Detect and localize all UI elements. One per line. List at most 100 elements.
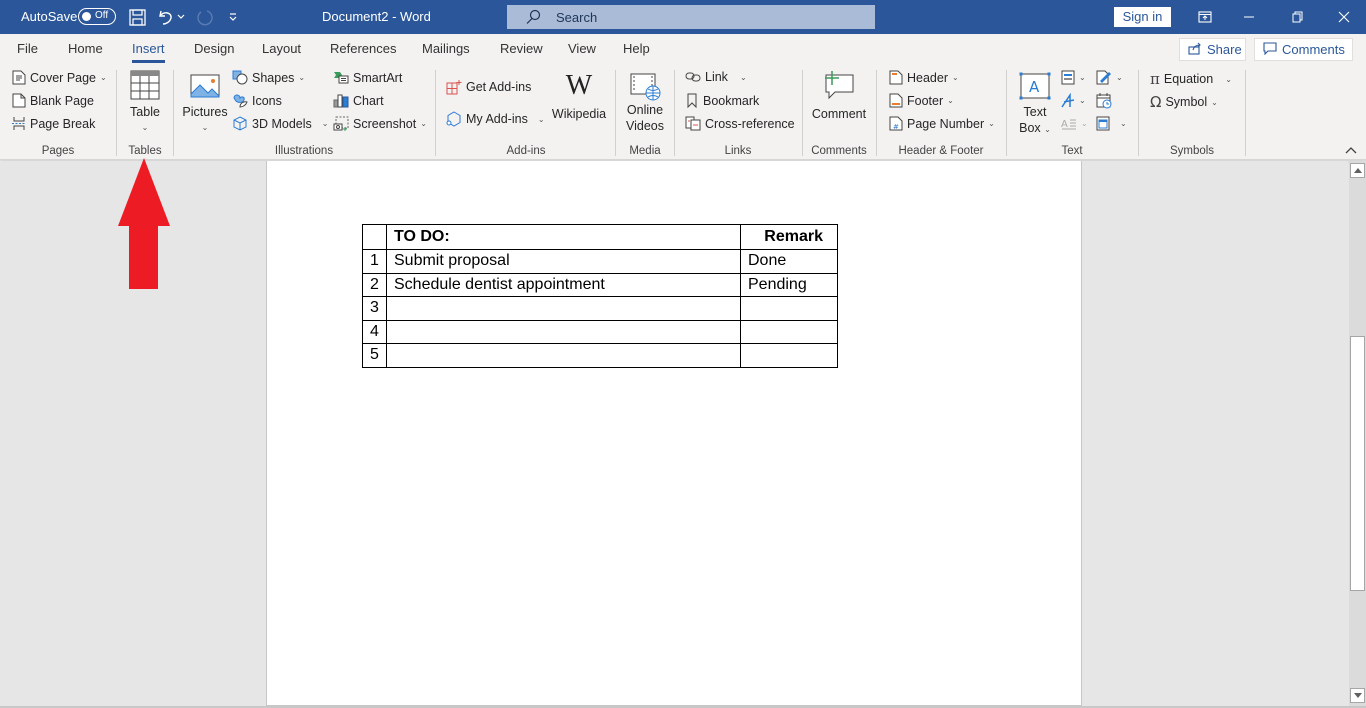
minimize-icon[interactable] [1237,6,1261,28]
chevron-down-icon[interactable]: ⌄ [1225,75,1232,84]
tab-references[interactable]: References [330,41,396,56]
object-button[interactable]: ⌄ [1096,116,1127,131]
text-box-button[interactable]: A Text Box ⌄ [1014,72,1056,138]
sign-in-button[interactable]: Sign in [1114,7,1171,27]
quick-parts-button[interactable]: ⌄ [1061,70,1086,85]
header-button[interactable]: Header ⌄ [889,70,959,85]
table-header-todo[interactable]: TO DO: [386,224,741,250]
table-header-remark[interactable]: Remark [740,224,838,250]
table-cell-task[interactable] [386,343,741,368]
symbol-button[interactable]: Ω Symbol ⌄ [1150,93,1218,111]
tab-help[interactable]: Help [623,41,650,56]
table-cell-number[interactable]: 5 [362,343,387,368]
table-cell-task[interactable] [386,296,741,321]
tab-insert[interactable]: Insert [132,41,165,63]
title-bar: AutoSave Off Document2 - Word Search Sig… [0,0,1366,34]
comments-button[interactable]: Comments [1254,38,1353,61]
icons-button[interactable]: Icons [232,93,282,108]
chevron-down-icon: ⌄ [420,119,427,128]
table-cell-task[interactable]: Schedule dentist appointment [386,272,741,297]
shapes-icon [232,70,248,85]
signature-line-icon [1096,70,1111,85]
link-button[interactable]: Link ⌄ [685,70,747,84]
chevron-down-icon[interactable]: ⌄ [538,115,545,124]
table-cell-remark[interactable] [740,343,838,368]
signature-line-button[interactable]: ⌄ [1096,70,1123,85]
pictures-button[interactable]: Pictures ⌄ [182,74,228,136]
wordart-button[interactable]: ⌄ [1061,93,1086,108]
chevron-down-icon[interactable]: ⌄ [1120,119,1127,128]
todo-table[interactable]: TO DO: Remark 1 Submit proposal Done 2 S… [362,224,838,368]
wikipedia-button[interactable]: W Wikipedia [552,72,606,122]
3d-models-button[interactable]: 3D Models ⌄ [232,116,328,131]
share-icon [1188,42,1202,58]
new-comment-button[interactable]: Comment [810,70,868,122]
table-cell-remark[interactable] [740,296,838,321]
redo-icon [195,7,215,27]
smartart-button[interactable]: SmartArt [333,70,402,85]
tab-home[interactable]: Home [68,41,103,56]
cross-reference-icon [685,116,701,131]
chevron-down-icon[interactable]: ⌄ [740,73,747,82]
table-cell-remark[interactable] [740,319,838,344]
blank-page-button[interactable]: Blank Page [12,93,94,108]
table-row: 3 [362,296,838,321]
page-break-button[interactable]: Page Break [12,116,95,131]
table-cell[interactable] [362,224,387,250]
scroll-up-button[interactable] [1350,163,1365,178]
autosave-toggle[interactable]: Off [78,8,116,25]
tab-file[interactable]: File [17,41,38,56]
table-cell-number[interactable]: 2 [362,272,387,297]
cross-reference-button[interactable]: Cross-reference [685,116,795,131]
restore-icon[interactable] [1285,6,1309,28]
undo-dropdown-icon[interactable] [174,7,188,27]
tab-layout[interactable]: Layout [262,41,301,56]
screenshot-button[interactable]: Screenshot ⌄ [333,116,427,131]
shapes-button[interactable]: Shapes ⌄ [232,70,305,85]
wikipedia-label: Wikipedia [551,107,607,121]
get-addins-button[interactable]: Get Add-ins [446,79,531,95]
table-cell-remark[interactable]: Done [740,249,838,274]
online-videos-button[interactable]: Online Videos [622,72,668,134]
date-time-button[interactable] [1096,93,1112,109]
undo-icon[interactable] [156,7,176,27]
group-separator [116,70,117,156]
equation-button[interactable]: π Equation ⌄ [1150,70,1232,88]
tab-view[interactable]: View [568,41,596,56]
bookmark-button[interactable]: Bookmark [685,93,759,108]
tab-mailings[interactable]: Mailings [422,41,470,56]
scrollbar-thumb[interactable] [1350,336,1365,591]
page-number-button[interactable]: # Page Number ⌄ [889,116,995,131]
table-cell-remark[interactable]: Pending [740,272,838,297]
online-videos-label-line1: Online [626,103,664,117]
table-cell-number[interactable]: 3 [362,296,387,321]
table-cell-number[interactable]: 4 [362,319,387,344]
screenshot-icon [333,116,349,131]
chevron-down-icon: ⌄ [952,73,959,82]
share-button[interactable]: Share [1179,38,1246,61]
table-cell-task[interactable] [386,319,741,344]
table-button[interactable]: Table ⌄ [126,70,164,136]
my-addins-button[interactable]: My Add-ins ⌄ [446,111,545,127]
footer-button[interactable]: Footer ⌄ [889,93,954,108]
scroll-up-icon [1353,168,1362,173]
close-icon[interactable] [1332,6,1356,28]
chevron-down-icon[interactable]: ⌄ [322,119,329,128]
chevron-down-icon: ⌄ [141,123,149,132]
table-cell-number[interactable]: 1 [362,249,387,274]
chevron-down-icon: ⌄ [298,73,306,82]
search-input[interactable]: Search [507,5,875,29]
vertical-scrollbar[interactable] [1349,161,1366,706]
cover-page-button[interactable]: Cover Page ⌄ [12,70,107,85]
collapse-ribbon-icon[interactable] [1344,144,1360,158]
ribbon-display-options-icon[interactable] [1193,6,1217,28]
document-page[interactable]: TO DO: Remark 1 Submit proposal Done 2 S… [266,161,1082,706]
tab-design[interactable]: Design [194,41,234,56]
customize-quick-access-icon[interactable] [223,7,243,27]
chart-button[interactable]: Chart [333,93,384,108]
tab-review[interactable]: Review [500,41,543,56]
quick-parts-icon [1061,70,1075,85]
table-cell-task[interactable]: Submit proposal [386,249,741,274]
scroll-down-button[interactable] [1350,688,1365,703]
save-icon[interactable] [127,7,147,27]
